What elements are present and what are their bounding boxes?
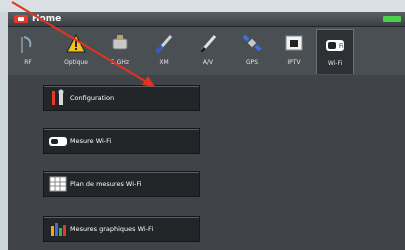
- battery-icon: [383, 16, 401, 22]
- tab-label: Wi-Fi: [327, 60, 343, 67]
- menu-label: Plan de mesures Wi-Fi: [70, 180, 142, 188]
- wifi-icon: Fi: [326, 40, 344, 51]
- tab-av[interactable]: A/V: [190, 29, 226, 73]
- tab-rf[interactable]: RF: [10, 29, 46, 73]
- bar-graph-icon: [51, 223, 66, 236]
- tab-label: IPTV: [287, 59, 301, 66]
- plan-de-mesures-wifi-button[interactable]: Plan de mesures Wi-Fi: [43, 171, 200, 197]
- tab-gps[interactable]: GPS: [234, 29, 270, 73]
- tab-xm[interactable]: XM: [146, 29, 182, 73]
- wifi-icon: [49, 137, 67, 146]
- tab-wifi[interactable]: Fi Wi-Fi: [316, 29, 354, 74]
- tab-iptv[interactable]: IPTV: [276, 29, 312, 73]
- configuration-button[interactable]: Configuration: [43, 85, 200, 111]
- mesures-graphiques-wifi-button[interactable]: Mesures graphiques Wi-Fi: [43, 216, 200, 242]
- warning-triangle-icon: [66, 33, 86, 53]
- window-title: Home: [32, 14, 62, 24]
- home-window: Home RF Optique 5 GHz XM A/V GPS IPTV Fi…: [8, 12, 405, 250]
- title-bar: Home: [8, 12, 405, 27]
- tab-optique[interactable]: Optique: [58, 29, 94, 73]
- tab-5ghz[interactable]: 5 GHz: [102, 29, 138, 73]
- menu-label: Mesure Wi-Fi: [70, 137, 112, 145]
- antenna-icon: [21, 36, 32, 53]
- tab-label: RF: [24, 59, 32, 66]
- background-strip: [0, 0, 405, 12]
- mesure-wifi-button[interactable]: Mesure Wi-Fi: [43, 128, 200, 154]
- satellite-icon: [242, 34, 262, 52]
- coax-connector-icon: [112, 35, 128, 50]
- probe-icon: [155, 35, 173, 53]
- menu-label: Configuration: [70, 94, 115, 102]
- tab-label: Optique: [64, 59, 88, 66]
- ethernet-port-icon: [285, 35, 303, 51]
- tab-label: XM: [159, 59, 169, 66]
- toolbar: RF Optique 5 GHz XM A/V GPS IPTV Fi Wi-F…: [8, 27, 405, 75]
- svg-text:Fi: Fi: [339, 43, 344, 50]
- tab-label: 5 GHz: [110, 59, 130, 66]
- grid-plan-icon: [49, 176, 67, 192]
- wrench-icon: [52, 89, 64, 105]
- tab-label: GPS: [245, 59, 259, 66]
- home-icon: [14, 15, 28, 23]
- menu-label: Mesures graphiques Wi-Fi: [70, 225, 154, 233]
- av-probe-icon: [199, 35, 217, 54]
- menu-panel: Configuration Mesure Wi-Fi Plan de mesur…: [8, 75, 405, 250]
- tab-label: A/V: [202, 59, 214, 66]
